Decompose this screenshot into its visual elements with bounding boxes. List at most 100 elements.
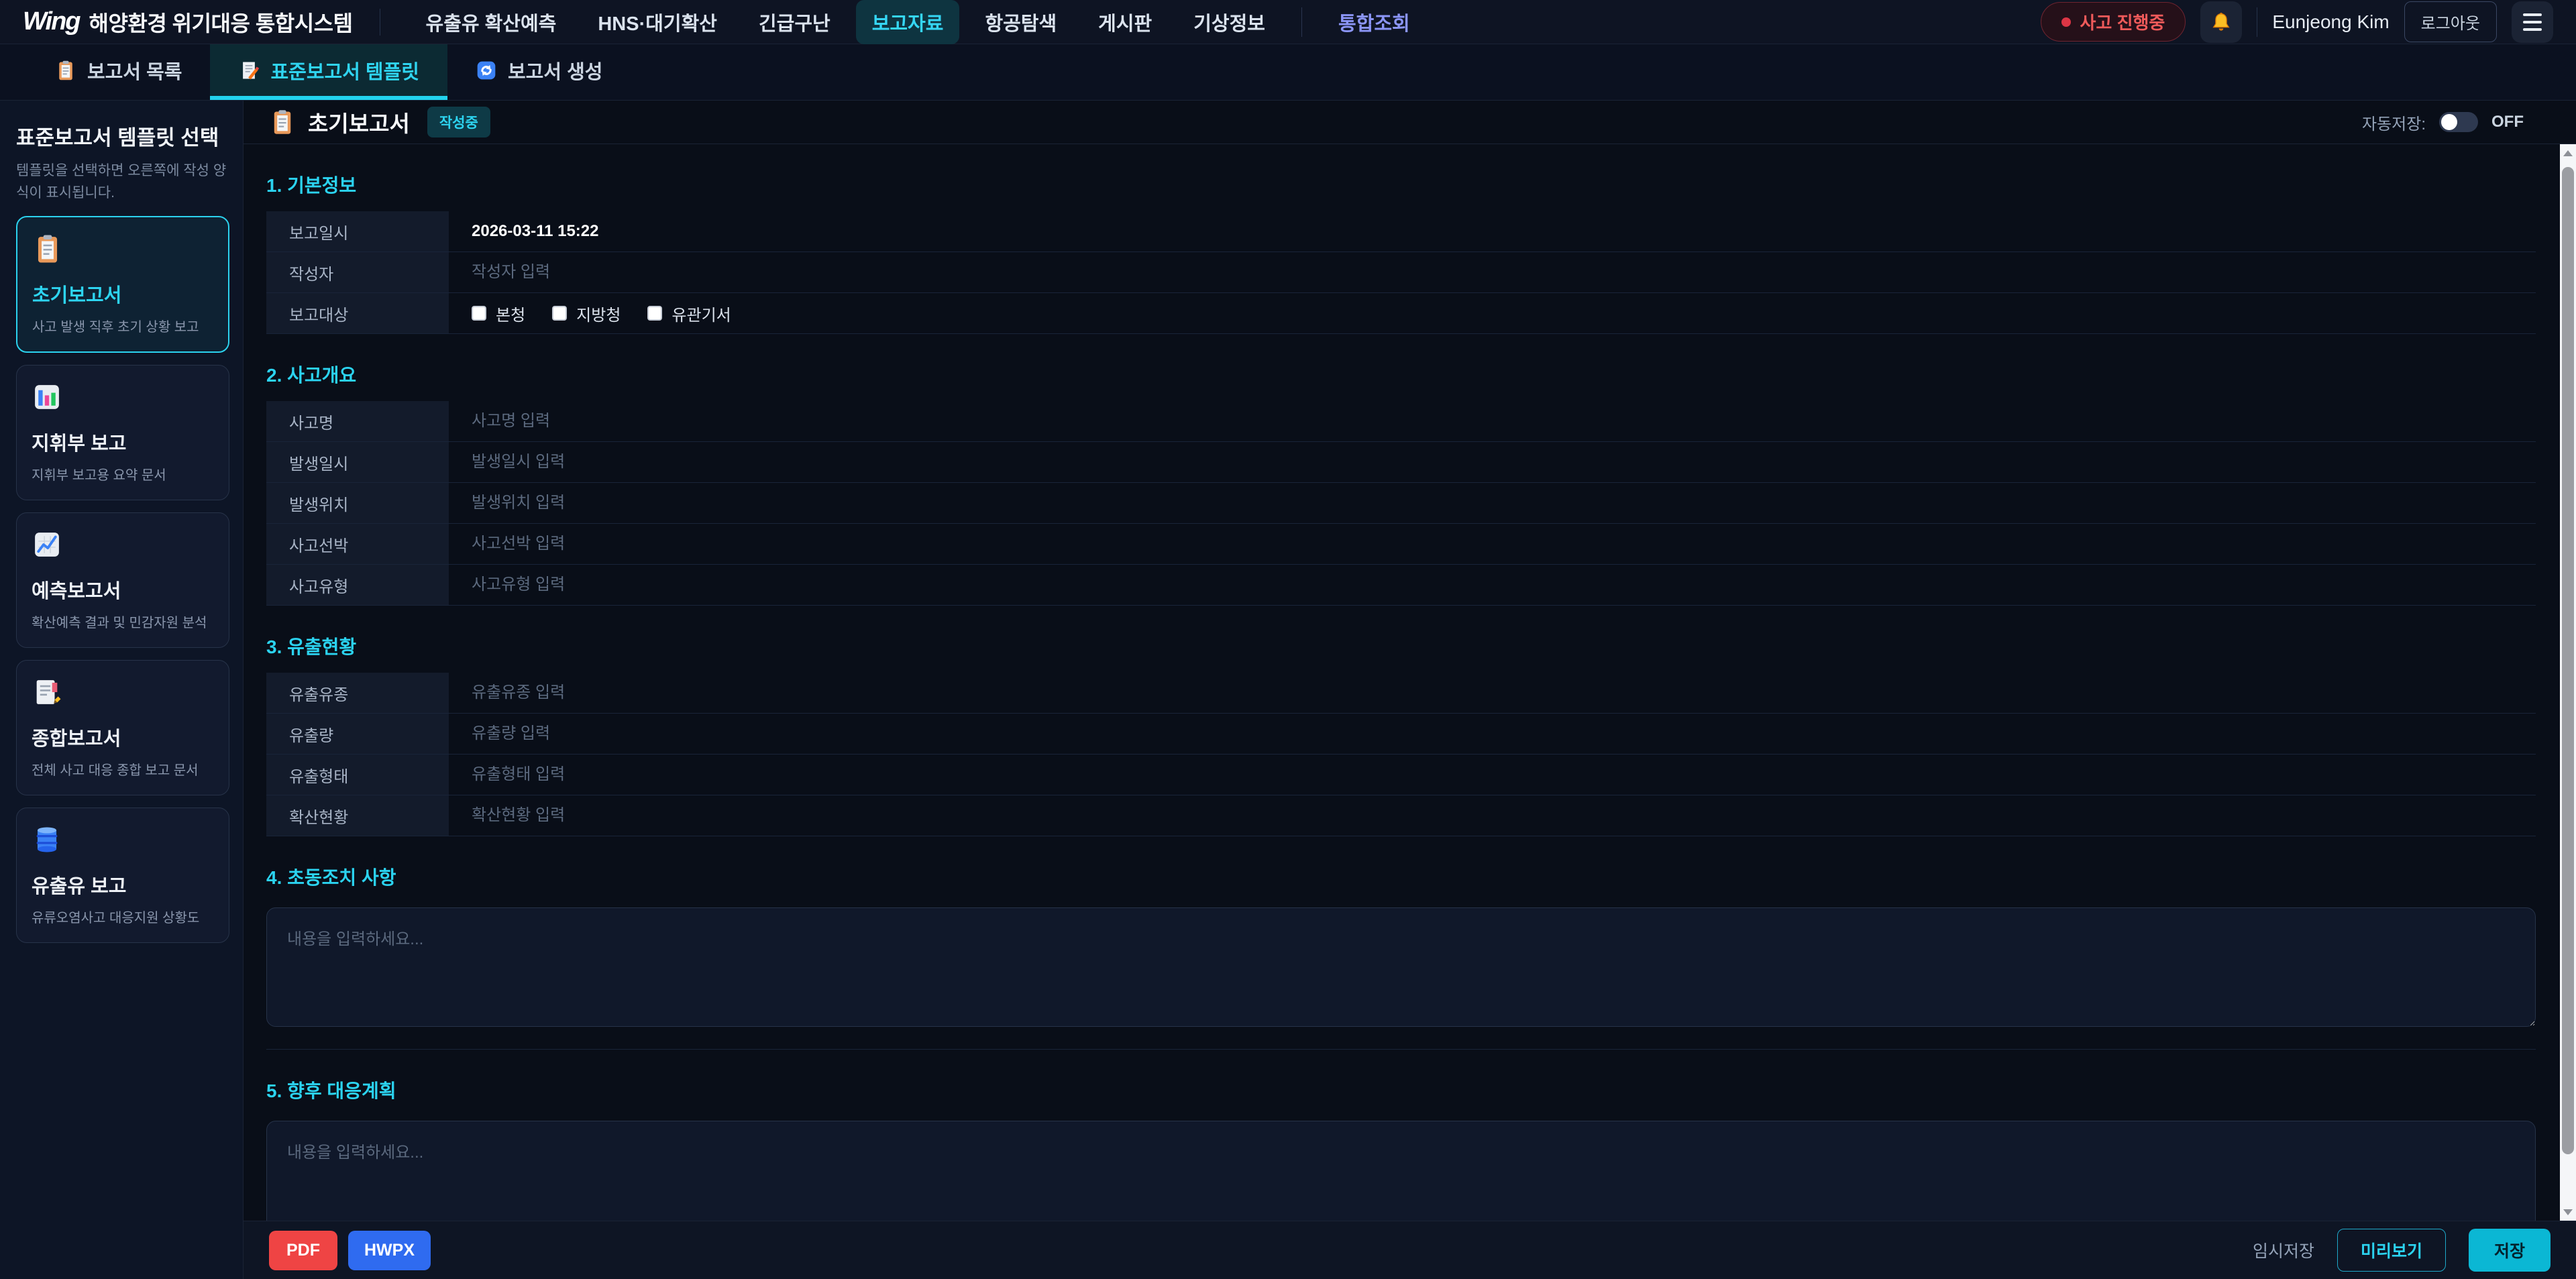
line-chart-icon bbox=[32, 529, 62, 560]
bar-chart-icon bbox=[32, 382, 62, 412]
clipboard-icon bbox=[32, 233, 63, 264]
clipboard-icon bbox=[55, 60, 76, 81]
checkbox-icon[interactable] bbox=[647, 306, 662, 321]
logout-button[interactable]: 로그아웃 bbox=[2404, 1, 2497, 42]
toggle-knob bbox=[2441, 114, 2457, 130]
checkbox-label: 지방청 bbox=[576, 302, 621, 325]
field-label: 사고명 bbox=[266, 401, 449, 441]
nav-item-reports[interactable]: 보고자료 bbox=[856, 0, 960, 44]
incident-dot-icon bbox=[2061, 17, 2071, 27]
checkbox-icon[interactable] bbox=[472, 306, 486, 321]
field-label: 발생위치 bbox=[266, 483, 449, 523]
tab-report-list[interactable]: 보고서 목록 bbox=[27, 44, 210, 100]
nav-item-emergency-rescue[interactable]: 긴급구난 bbox=[743, 0, 847, 44]
nav-item-hns-air-diffusion[interactable]: HNS·대기확산 bbox=[582, 0, 733, 44]
autosave-state: OFF bbox=[2491, 113, 2524, 131]
table-row: 유출형태 bbox=[266, 755, 2536, 795]
writer-input[interactable] bbox=[472, 263, 2536, 282]
incident-type-input[interactable] bbox=[472, 575, 2536, 594]
top-bar: Wing 해양환경 위기대응 통합시스템 유출유 확산예측 HNS·대기확산 긴… bbox=[0, 0, 2576, 44]
checkbox-label: 유관기서 bbox=[672, 302, 731, 325]
table-row: 사고유형 bbox=[266, 565, 2536, 606]
nav-item-oil-spill-prediction[interactable]: 유출유 확산예측 bbox=[410, 0, 573, 44]
template-card-oil-spill-report[interactable]: 유출유 보고 유류오염사고 대응지원 상황도 bbox=[16, 808, 229, 943]
menu-button[interactable] bbox=[2512, 1, 2553, 43]
incident-name-input[interactable] bbox=[472, 412, 2536, 431]
notifications-button[interactable] bbox=[2200, 1, 2242, 43]
template-sidebar: 표준보고서 템플릿 선택 템플릿을 선택하면 오른쪽에 작성 양식이 표시됩니다… bbox=[0, 101, 244, 1279]
app-title: 해양환경 위기대응 통합시스템 bbox=[89, 7, 353, 38]
table-row: 발생일시 bbox=[266, 442, 2536, 483]
template-card-initial-report[interactable]: 초기보고서 사고 발생 직후 초기 상황 보고 bbox=[16, 216, 229, 353]
section-title-initial-actions: 4. 초동조치 사항 bbox=[266, 863, 2536, 890]
field-label: 보고대상 bbox=[266, 293, 449, 333]
template-card-comprehensive-report[interactable]: 종합보고서 전체 사고 대응 종합 보고 문서 bbox=[16, 660, 229, 795]
field-label: 유출형태 bbox=[266, 755, 449, 795]
nav-item-aerial-search[interactable]: 항공탐색 bbox=[969, 0, 1073, 44]
spill-form-input[interactable] bbox=[472, 765, 2536, 784]
nav-item-weather-info[interactable]: 기상정보 bbox=[1177, 0, 1281, 44]
checkbox-headquarters[interactable]: 본청 bbox=[472, 302, 525, 325]
scroll-up-arrow[interactable] bbox=[2560, 144, 2576, 162]
template-card-command-report[interactable]: 지휘부 보고 지휘부 보고용 요약 문서 bbox=[16, 365, 229, 500]
checkbox-related-agency[interactable]: 유관기서 bbox=[647, 302, 731, 325]
scrollbar-thumb[interactable] bbox=[2562, 167, 2574, 1154]
incident-vessel-input[interactable] bbox=[472, 535, 2536, 553]
section-divider bbox=[266, 1049, 2536, 1050]
scrollbar[interactable] bbox=[2560, 144, 2576, 1221]
sidebar-subtitle: 템플릿을 선택하면 오른쪽에 작성 양식이 표시됩니다. bbox=[16, 160, 229, 204]
initial-actions-textarea[interactable] bbox=[266, 907, 2536, 1027]
preview-button[interactable]: 미리보기 bbox=[2337, 1229, 2446, 1272]
table-row: 사고명 bbox=[266, 401, 2536, 442]
basic-info-table: 보고일시 2026-03-11 15:22 작성자 보고대상 본청 bbox=[266, 211, 2536, 334]
autosave-toggle[interactable] bbox=[2439, 112, 2478, 132]
table-row: 발생위치 bbox=[266, 483, 2536, 524]
checkbox-icon[interactable] bbox=[552, 306, 567, 321]
tab-report-create[interactable]: 보고서 생성 bbox=[447, 44, 631, 100]
tab-standard-templates[interactable]: 표준보고서 템플릿 bbox=[210, 44, 447, 100]
future-plan-textarea[interactable] bbox=[266, 1121, 2536, 1221]
diffusion-status-input[interactable] bbox=[472, 806, 2536, 825]
report-tab-bar: 보고서 목록 표준보고서 템플릿 보고서 생성 bbox=[0, 44, 2576, 101]
table-row: 작성자 bbox=[266, 252, 2536, 293]
export-pdf-button[interactable]: PDF bbox=[269, 1231, 337, 1270]
report-header: 초기보고서 작성중 자동저장: OFF bbox=[244, 101, 2576, 144]
oil-type-input[interactable] bbox=[472, 683, 2536, 702]
occurrence-location-input[interactable] bbox=[472, 494, 2536, 512]
template-card-prediction-report[interactable]: 예측보고서 확산예측 결과 및 민감자원 분석 bbox=[16, 512, 229, 648]
scroll-down-arrow[interactable] bbox=[2560, 1203, 2576, 1221]
temp-save-button[interactable]: 임시저장 bbox=[2253, 1238, 2314, 1262]
save-button[interactable]: 저장 bbox=[2469, 1229, 2551, 1272]
field-label: 확산현황 bbox=[266, 795, 449, 836]
occurrence-datetime-input[interactable] bbox=[472, 453, 2536, 471]
tab-label: 보고서 목록 bbox=[87, 56, 182, 85]
table-row: 보고대상 본청 지방청 유관기서 bbox=[266, 293, 2536, 334]
template-name: 예측보고서 bbox=[32, 575, 214, 604]
template-name: 초기보고서 bbox=[32, 280, 213, 308]
spill-amount-input[interactable] bbox=[472, 724, 2536, 743]
export-hwpx-button[interactable]: HWPX bbox=[348, 1231, 431, 1270]
template-desc: 유류오염사고 대응지원 상황도 bbox=[32, 907, 214, 926]
action-footer: PDF HWPX 임시저장 미리보기 저장 bbox=[244, 1221, 2576, 1279]
field-label: 사고유형 bbox=[266, 565, 449, 605]
spill-status-table: 유출유종 유출량 유출형태 확산현황 bbox=[266, 673, 2536, 836]
template-name: 종합보고서 bbox=[32, 723, 214, 751]
nav-item-board[interactable]: 게시판 bbox=[1082, 0, 1168, 44]
checkbox-regional-office[interactable]: 지방청 bbox=[552, 302, 621, 325]
incident-badge-label: 사고 진행중 bbox=[2080, 9, 2165, 34]
field-label: 유출량 bbox=[266, 714, 449, 754]
tab-label: 보고서 생성 bbox=[508, 56, 602, 85]
top-right-controls: 사고 진행중 Eunjeong Kim 로그아웃 bbox=[2041, 1, 2554, 43]
main-nav: 유출유 확산예측 HNS·대기확산 긴급구난 보고자료 항공탐색 게시판 기상정… bbox=[410, 0, 1426, 44]
nav-item-integrated-search[interactable]: 통합조회 bbox=[1322, 0, 1426, 44]
table-row: 사고선박 bbox=[266, 524, 2536, 565]
app-logo: Wing 해양환경 위기대응 통합시스템 bbox=[23, 7, 353, 38]
section-title-incident-overview: 2. 사고개요 bbox=[266, 361, 2536, 388]
report-title: 초기보고서 bbox=[308, 106, 410, 138]
template-name: 지휘부 보고 bbox=[32, 428, 214, 456]
section-title-basic-info: 1. 기본정보 bbox=[266, 171, 2536, 198]
incident-status-badge: 사고 진행중 bbox=[2041, 2, 2186, 42]
logo-wing-icon: Wing bbox=[23, 7, 80, 36]
autosave-control: 자동저장: OFF bbox=[2362, 111, 2551, 134]
tab-label: 표준보고서 템플릿 bbox=[270, 56, 419, 85]
